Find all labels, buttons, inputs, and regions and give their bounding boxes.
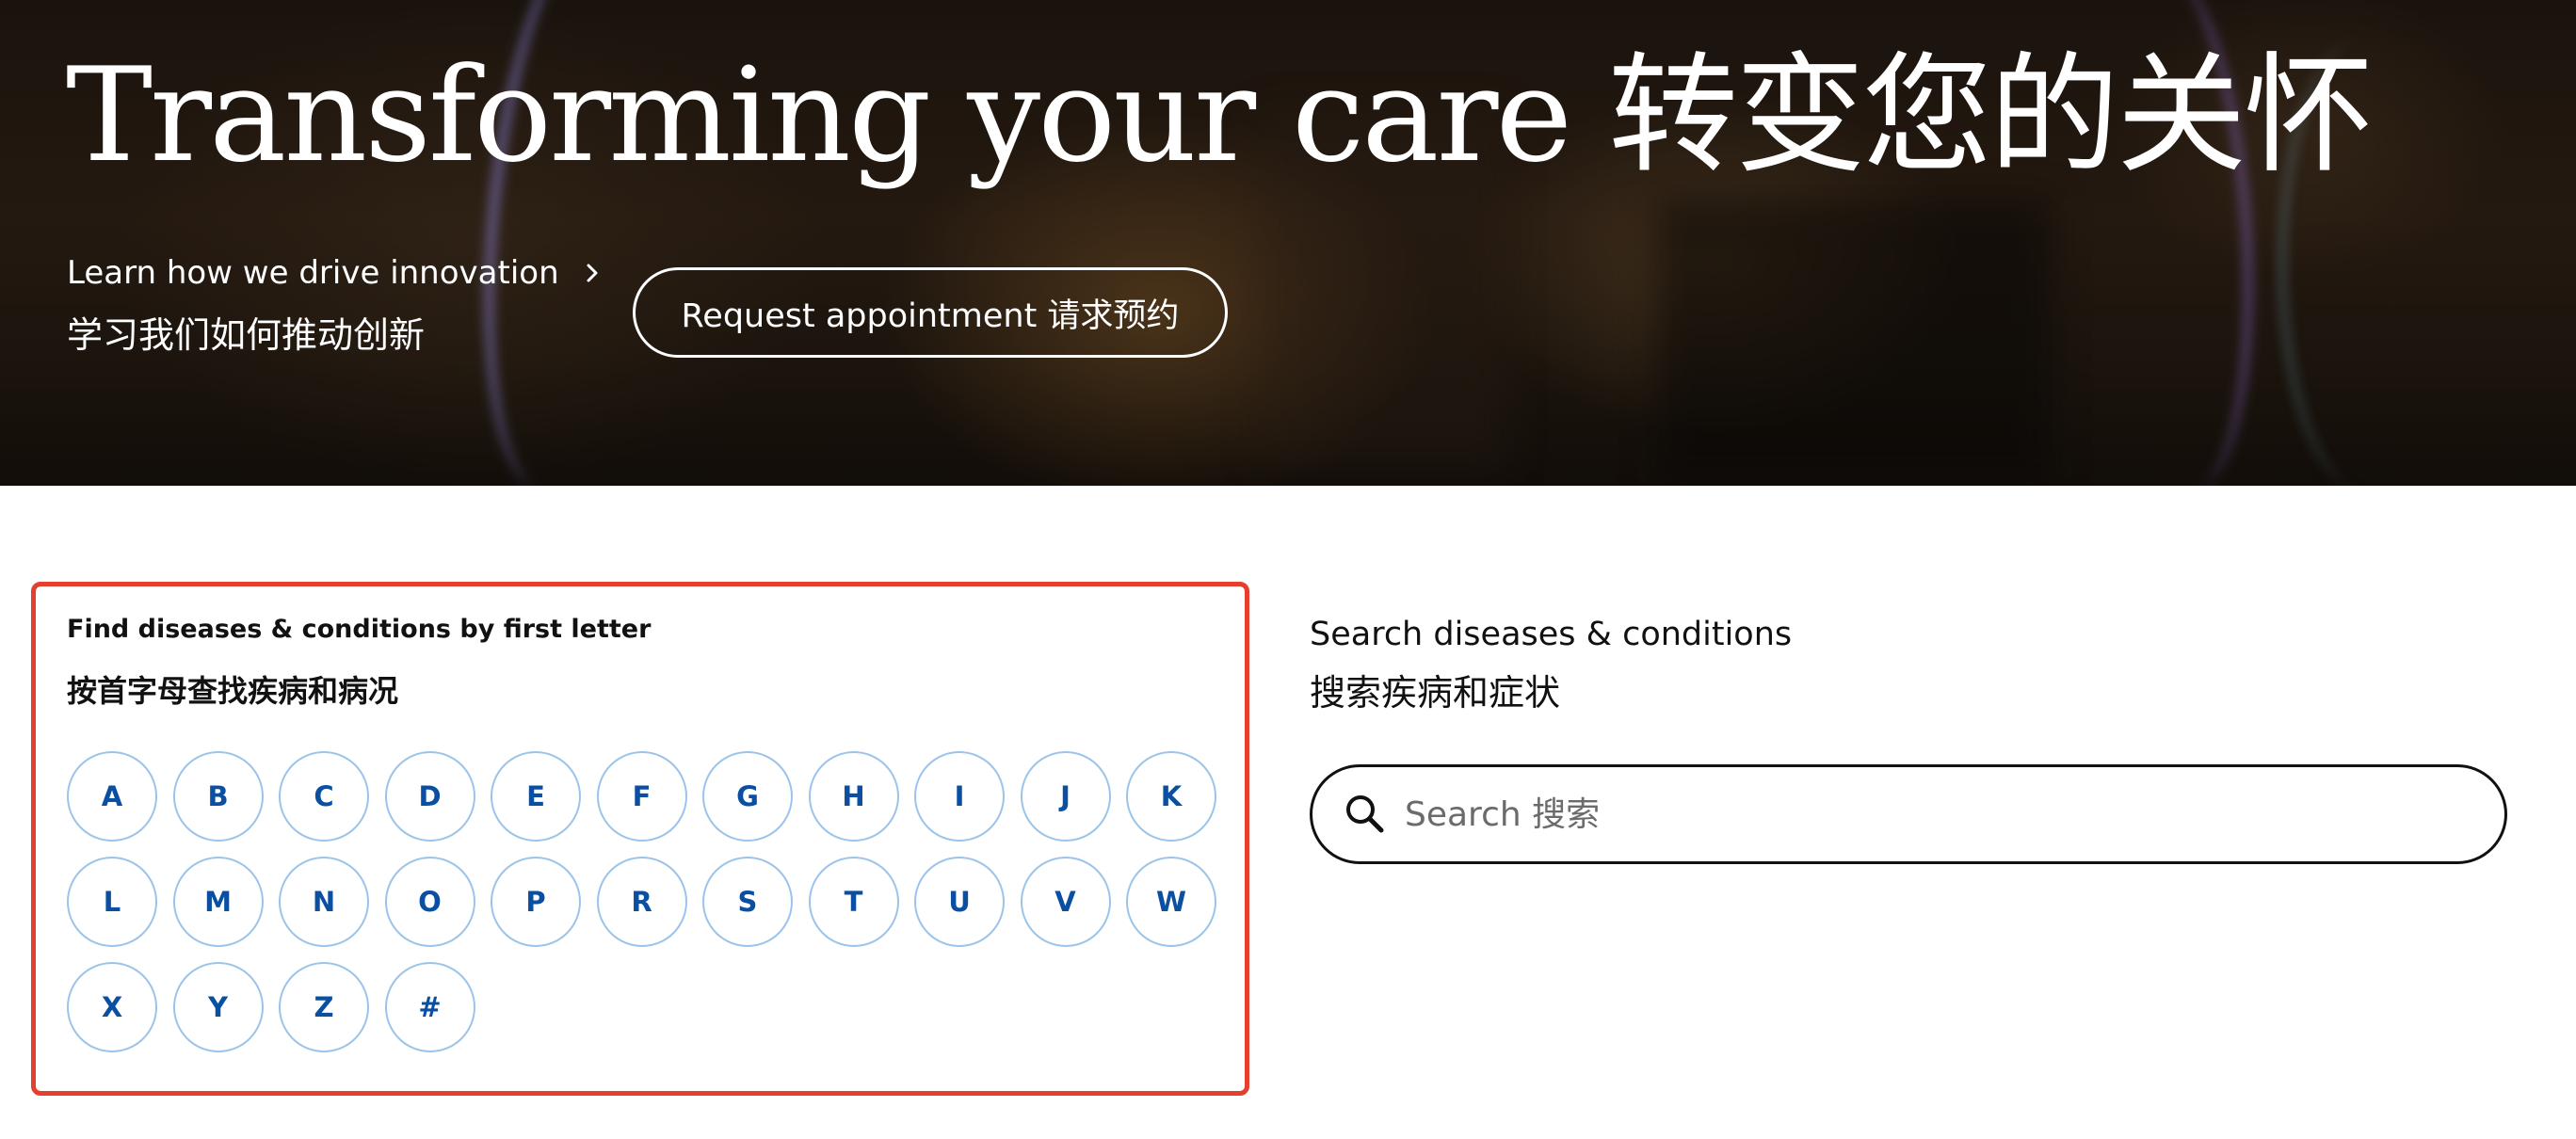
search-input[interactable]	[1403, 794, 2439, 835]
letter-link-m[interactable]: M	[172, 857, 264, 947]
letter-link-k[interactable]: K	[1126, 751, 1216, 842]
letter-link-x[interactable]: X	[67, 962, 157, 1052]
letter-link-t[interactable]: T	[808, 857, 899, 947]
letter-grid: A B C D E F G H I J K L M N O P R S T U …	[67, 751, 1234, 1052]
letter-link-u[interactable]: U	[914, 857, 1005, 947]
search-title: Search diseases & conditions	[1310, 616, 1793, 653]
learn-innovation-link[interactable]: Learn how we drive innovation 学习我们如何推动创新	[67, 247, 603, 363]
letter-link-h[interactable]: H	[808, 751, 899, 842]
letter-link-b[interactable]: B	[172, 751, 264, 842]
letter-link-s[interactable]: S	[702, 857, 793, 947]
hero-banner: Transforming your care 转变您的关怀 Learn how …	[0, 0, 2576, 486]
letter-index-panel: Find diseases & conditions by first lett…	[31, 582, 1249, 1096]
letter-link-d[interactable]: D	[384, 751, 475, 842]
learn-innovation-link-label-zh: 学习我们如何推动创新	[67, 314, 426, 356]
learn-innovation-link-label: Learn how we drive innovation	[67, 254, 559, 292]
search-section: Search diseases & conditions 搜索疾病和症状	[1310, 610, 2507, 864]
letter-link-p[interactable]: P	[491, 857, 581, 947]
chevron-right-icon	[587, 264, 598, 282]
letter-link-j[interactable]: J	[1020, 751, 1111, 842]
letter-index-title: Find diseases & conditions by first lett…	[67, 615, 652, 644]
letter-link-e[interactable]: E	[491, 751, 581, 842]
letter-link-c[interactable]: C	[279, 751, 369, 842]
hero-background-shadow	[1657, 198, 2053, 480]
letter-link-g[interactable]: G	[702, 751, 793, 842]
letter-link-n[interactable]: N	[279, 857, 369, 947]
letter-link-f[interactable]: F	[596, 751, 687, 842]
learn-innovation-link-row: Learn how we drive innovation	[67, 247, 603, 299]
letter-link-z[interactable]: Z	[279, 962, 369, 1052]
hero-title: Transforming your care 转变您的关怀	[66, 40, 2374, 191]
search-icon	[1346, 795, 1384, 833]
letter-link-l[interactable]: L	[67, 857, 157, 947]
letter-index-subtitle: 按首字母查找疾病和病况	[67, 673, 399, 709]
letter-link-a[interactable]: A	[67, 751, 157, 842]
letter-link-number[interactable]: #	[384, 962, 475, 1052]
letter-link-w[interactable]: W	[1126, 857, 1216, 947]
letter-link-v[interactable]: V	[1020, 857, 1111, 947]
letter-link-r[interactable]: R	[596, 857, 687, 947]
search-box[interactable]	[1310, 764, 2507, 864]
letter-link-o[interactable]: O	[384, 857, 475, 947]
letter-link-y[interactable]: Y	[172, 962, 264, 1052]
search-subtitle: 搜索疾病和症状	[1310, 672, 1561, 714]
letter-link-i[interactable]: I	[914, 751, 1005, 842]
request-appointment-button[interactable]: Request appointment 请求预约	[633, 267, 1228, 358]
